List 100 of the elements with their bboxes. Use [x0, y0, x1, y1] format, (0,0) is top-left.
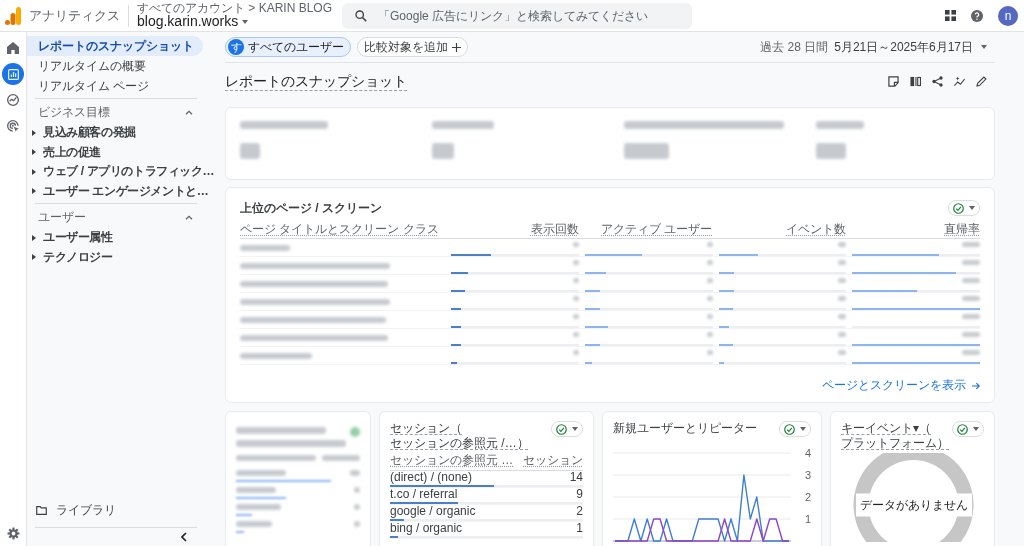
account-breadcrumb[interactable]: すべてのアカウント > KARIN BLOG [137, 1, 333, 15]
segment-chip[interactable]: す すべてのユーザー [225, 37, 351, 57]
options-dropdown-button[interactable] [948, 200, 980, 216]
blurred-text [354, 520, 360, 527]
blurred-text [706, 332, 713, 337]
nav-item[interactable]: ユーザー属性 [27, 228, 113, 248]
table-cell: t.co / referral [390, 488, 458, 500]
add-comparison-button[interactable]: 比較対象を追加 [357, 37, 468, 57]
logo-icon [5, 6, 21, 25]
date-preset-label: 過去 28 日間 [760, 38, 829, 56]
blurred-text [236, 520, 272, 527]
date-range-button[interactable]: 5月21日～2025年6月17日 [834, 38, 987, 56]
blurred-text [706, 314, 713, 319]
target-cursor-icon [7, 120, 19, 132]
nav-item[interactable]: 売上の促進 [27, 142, 101, 162]
apps-grid-icon[interactable] [945, 10, 956, 21]
column-header[interactable]: アクティブ ユーザー [601, 221, 713, 237]
card-title[interactable]: セッション（ セッションの参照元 /…） [390, 421, 529, 451]
view-pages-link[interactable]: ページとスクリーンを表示 [822, 377, 980, 394]
table-cell: 14 [569, 471, 583, 483]
search-field[interactable]: 「Google 広告にリンク」と検索してみてください [342, 2, 693, 29]
chevron-left-icon [181, 532, 187, 542]
nav-item[interactable]: レポートのスナップショット [27, 36, 203, 56]
blurred-text [240, 352, 312, 359]
blurred-text [706, 296, 713, 301]
blurred-text [572, 278, 579, 283]
nav-item[interactable]: リアルタイムの概要 [27, 56, 203, 76]
nav-item[interactable]: ユーザー エンゲージメントと… [27, 181, 209, 201]
trend-circle-icon [7, 94, 19, 106]
blurred-text [354, 503, 360, 510]
expand-triangle-icon [32, 188, 36, 195]
axis-label: 1 [804, 513, 811, 525]
trend-sparkle-icon[interactable] [954, 75, 965, 87]
card-title: 新規ユーザーとリピーター [613, 421, 757, 436]
options-dropdown-button[interactable] [952, 421, 984, 437]
search-icon [355, 9, 368, 22]
blurred-text [706, 242, 713, 247]
blurred-text [572, 350, 579, 355]
column-header[interactable]: ページ タイトルとスクリーン クラス [240, 221, 439, 237]
blurred-text [962, 332, 980, 337]
section-header[interactable]: ビジネス目標 [27, 101, 203, 123]
nav-item[interactable]: ウェブ / アプリのトラフィック… [27, 162, 215, 182]
blurred-text [962, 242, 980, 247]
blurred-text [838, 296, 847, 301]
blurred-text [572, 242, 579, 247]
blurred-text [432, 121, 494, 129]
table-cell: google / organic [390, 505, 476, 517]
nav-item[interactable]: テクノロジー [27, 247, 113, 267]
expand-triangle-icon [32, 129, 36, 136]
nav-item[interactable]: リアルタイム ページ [27, 76, 203, 96]
column-header[interactable]: セッション [523, 453, 583, 468]
options-dropdown-button[interactable] [551, 421, 583, 437]
property-selector[interactable]: blog.karin.works [137, 14, 333, 30]
table-cell: 2 [576, 505, 583, 517]
blurred-text [236, 486, 276, 493]
blurred-text [838, 260, 847, 265]
help-icon[interactable] [971, 9, 983, 22]
blurred-text [962, 260, 980, 265]
blurred-text [962, 314, 980, 319]
settings-icon[interactable] [6, 527, 20, 540]
chevron-up-icon [185, 109, 193, 115]
blurred-text [322, 455, 360, 461]
blurred-bar [236, 530, 244, 533]
columns-icon[interactable] [910, 75, 921, 87]
options-dropdown-button[interactable] [779, 421, 811, 437]
check-circle-icon [556, 423, 567, 435]
nav-rail-button[interactable] [2, 63, 24, 85]
plus-icon [452, 42, 461, 52]
blurred-text [236, 503, 281, 510]
folder-icon [36, 505, 47, 515]
check-circle-icon [784, 423, 795, 435]
blurred-text [240, 244, 290, 251]
share-icon[interactable] [932, 75, 943, 87]
page-title: レポートのスナップショット [225, 71, 407, 91]
blurred-text [572, 260, 579, 265]
pencil-icon[interactable] [976, 75, 987, 87]
expand-triangle-icon [32, 254, 36, 261]
account-avatar[interactable]: n [998, 5, 1018, 26]
expand-triangle-icon [32, 168, 36, 175]
column-header[interactable]: 直帰率 [944, 221, 980, 237]
blurred-text [572, 332, 579, 337]
blurred-text [572, 314, 579, 319]
blurred-text [838, 332, 847, 337]
blurred-bar [236, 513, 252, 516]
product-name: アナリティクス [29, 6, 120, 25]
section-header[interactable]: ユーザー [27, 206, 203, 228]
card-title[interactable]: キーイベント▾（ プラットフォーム） [841, 421, 949, 451]
column-header[interactable]: 表示回数 [530, 221, 579, 237]
arrow-right-icon [972, 381, 980, 390]
expand-triangle-icon [32, 149, 36, 156]
blurred-text [838, 278, 847, 283]
column-header[interactable]: イベント数 [786, 221, 847, 237]
table-cell: (direct) / (none) [390, 471, 473, 483]
blurred-text [838, 314, 847, 319]
nav-item[interactable]: 見込み顧客の発掘 [27, 123, 136, 143]
note-icon[interactable] [888, 75, 899, 87]
bar-chart-icon [7, 68, 19, 80]
library-link[interactable]: ライブラリ [27, 500, 116, 520]
table-cell: 9 [576, 488, 583, 500]
column-header[interactable]: セッションの参照元 … [390, 453, 514, 468]
